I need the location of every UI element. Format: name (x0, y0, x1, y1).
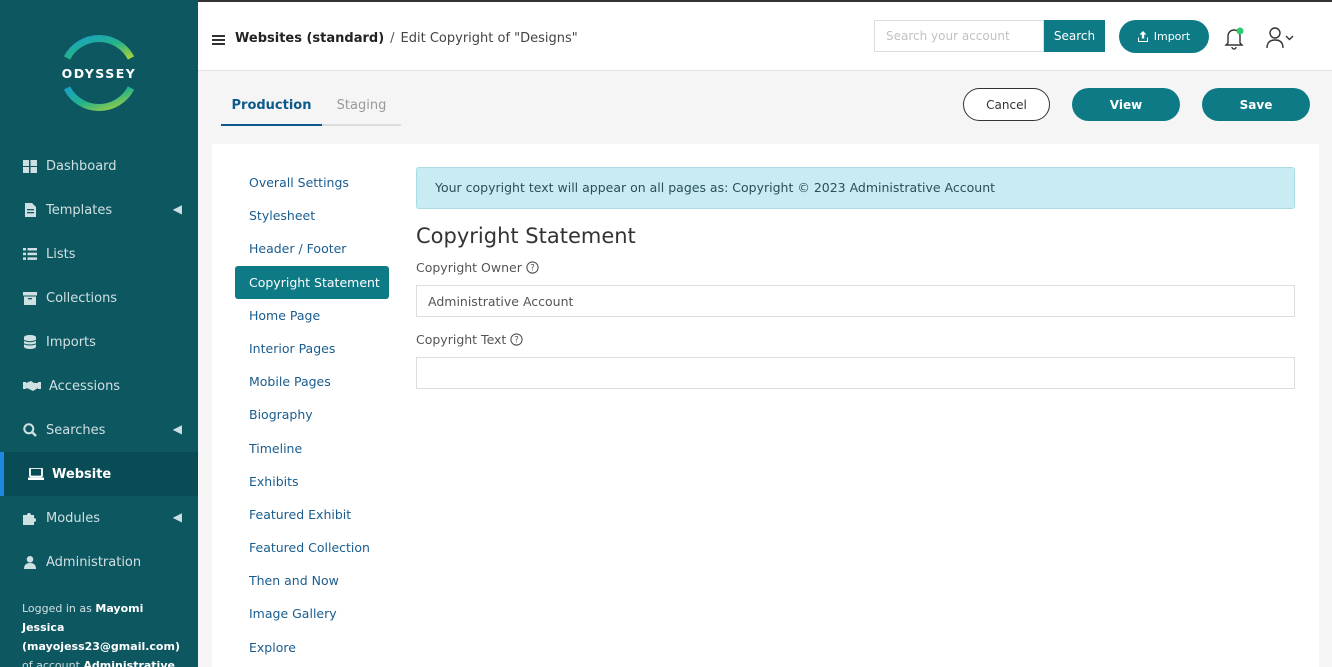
chevron-left-icon: ◀ (172, 510, 182, 524)
logged-in-middle: of account (22, 659, 84, 667)
section-title: Copyright Statement (416, 224, 636, 248)
sidebar-item-searches[interactable]: Searches ◀ (0, 408, 198, 452)
sidebar-item-label: Templates (46, 202, 113, 218)
upload-icon (1137, 31, 1148, 42)
copyright-owner-label: Copyright Owner ? (416, 260, 539, 275)
subnav-mobile-pages[interactable]: Mobile Pages (235, 365, 389, 398)
search-button[interactable]: Search (1044, 20, 1105, 52)
subnav-overall-settings[interactable]: Overall Settings (235, 166, 389, 199)
subnav-then-and-now[interactable]: Then and Now (235, 564, 389, 597)
svg-text:?: ? (515, 336, 520, 346)
copyright-text-label: Copyright Text ? (416, 332, 523, 347)
sidebar-item-label: Lists (46, 246, 76, 262)
archive-icon (22, 290, 38, 306)
subnav-timeline[interactable]: Timeline (235, 432, 389, 465)
file-icon (22, 202, 38, 218)
copyright-text-label-text: Copyright Text (416, 332, 507, 347)
sidebar-item-label: Imports (46, 334, 96, 350)
handshake-icon (22, 378, 41, 394)
laptop-icon (28, 466, 44, 482)
sidebar: ODYSSEY Dashboard Templates ◀ Lists Coll… (0, 0, 198, 667)
user-menu[interactable] (1266, 27, 1298, 49)
logged-in-info: Logged in as Mayomi Jessica (mayojess23@… (22, 599, 187, 667)
chevron-left-icon: ◀ (172, 202, 182, 216)
breadcrumb: Websites (standard) / Edit Copyright of "D… (235, 31, 578, 46)
subnav-biography[interactable]: Biography (235, 398, 389, 431)
sidebar-nav: Dashboard Templates ◀ Lists Collections … (0, 144, 198, 584)
breadcrumb-root[interactable]: Websites (standard) (235, 31, 384, 46)
top-bar: Websites (standard) / Edit Copyright of "D… (198, 0, 1332, 71)
sidebar-item-administration[interactable]: Administration (0, 540, 198, 584)
user-icon (22, 554, 38, 570)
dashboard-icon (22, 158, 38, 174)
subnav-home-page[interactable]: Home Page (235, 299, 389, 332)
cancel-button[interactable]: Cancel (963, 88, 1050, 121)
sidebar-item-templates[interactable]: Templates ◀ (0, 188, 198, 232)
search-input[interactable] (874, 20, 1044, 52)
puzzle-icon (22, 510, 38, 526)
view-button[interactable]: View (1072, 88, 1180, 121)
tab-production[interactable]: Production (221, 88, 322, 126)
environment-tabs: Production Staging (221, 88, 401, 126)
breadcrumb-separator: / (390, 31, 395, 46)
subnav-featured-exhibit[interactable]: Featured Exhibit (235, 498, 389, 531)
breadcrumb-current: Edit Copyright of "Designs" (400, 31, 578, 46)
search-icon (22, 422, 38, 438)
svg-text:?: ? (530, 264, 535, 274)
tab-staging[interactable]: Staging (322, 88, 401, 124)
sidebar-item-label: Accessions (49, 378, 121, 394)
chevron-left-icon: ◀ (172, 422, 182, 436)
subnav-header-footer[interactable]: Header / Footer (235, 232, 389, 265)
bell-icon[interactable] (1224, 26, 1246, 50)
settings-panel: Overall Settings Stylesheet Header / Foo… (212, 144, 1319, 667)
sidebar-item-accessions[interactable]: Accessions (0, 364, 198, 408)
copyright-owner-label-text: Copyright Owner (416, 260, 522, 275)
save-button[interactable]: Save (1202, 88, 1310, 121)
user-account-icon (1266, 27, 1294, 49)
subnav-exhibits[interactable]: Exhibits (235, 465, 389, 498)
database-icon (22, 334, 38, 350)
sidebar-item-label: Website (52, 466, 112, 482)
copyright-preview-alert: Your copyright text will appear on all p… (416, 167, 1295, 209)
subnav-image-gallery[interactable]: Image Gallery (235, 597, 389, 630)
hamburger-menu-icon[interactable] (212, 35, 225, 45)
sidebar-item-label: Modules (46, 510, 101, 526)
sidebar-item-imports[interactable]: Imports (0, 320, 198, 364)
logged-in-prefix: Logged in as (22, 602, 96, 615)
import-button[interactable]: Import (1119, 20, 1209, 53)
help-icon[interactable]: ? (526, 261, 539, 274)
sidebar-item-website[interactable]: Website (0, 452, 198, 496)
sidebar-item-label: Collections (46, 290, 118, 306)
subnav-copyright-statement[interactable]: Copyright Statement (235, 265, 389, 299)
sidebar-item-modules[interactable]: Modules ◀ (0, 496, 198, 540)
odyssey-logo[interactable]: ODYSSEY (57, 30, 141, 116)
subnav-featured-collection[interactable]: Featured Collection (235, 531, 389, 564)
sidebar-item-lists[interactable]: Lists (0, 232, 198, 276)
sidebar-item-dashboard[interactable]: Dashboard (0, 144, 198, 188)
settings-subnav: Overall Settings Stylesheet Header / Foo… (235, 166, 389, 664)
sidebar-item-collections[interactable]: Collections (0, 276, 198, 320)
logged-in-email: (mayojess23@gmail.com) (22, 640, 180, 653)
import-label: Import (1153, 30, 1191, 43)
sidebar-item-label: Dashboard (46, 158, 117, 174)
brand-name: ODYSSEY (61, 66, 137, 81)
subnav-stylesheet[interactable]: Stylesheet (235, 199, 389, 232)
subnav-explore[interactable]: Explore (235, 631, 389, 664)
subnav-interior-pages[interactable]: Interior Pages (235, 332, 389, 365)
help-icon[interactable]: ? (510, 333, 523, 346)
sidebar-item-label: Administration (46, 554, 142, 570)
list-icon (22, 246, 38, 262)
sidebar-item-label: Searches (46, 422, 106, 438)
copyright-owner-field[interactable] (416, 285, 1295, 317)
copyright-text-field[interactable] (416, 357, 1295, 389)
